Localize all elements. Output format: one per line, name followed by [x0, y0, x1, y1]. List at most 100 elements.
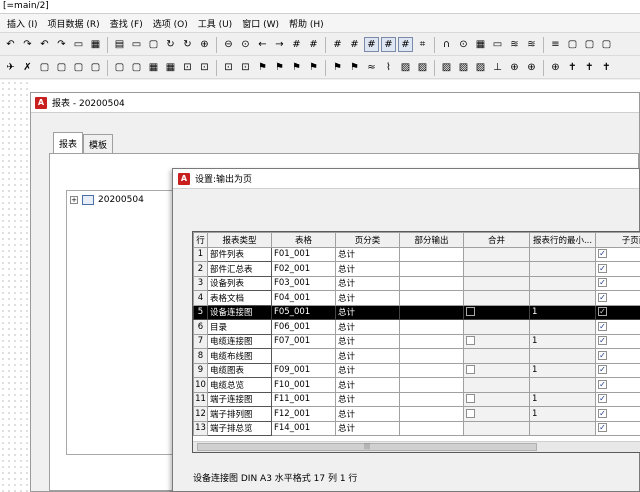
table-row[interactable]: 12 端子排列图 F12_001 总计 1 ✓ — [193, 406, 640, 422]
min-rows-cell[interactable]: 1 — [529, 406, 596, 422]
form-cell[interactable]: F04_001 — [271, 290, 336, 306]
toolbar-main-button-31-icon[interactable]: ≡ — [548, 37, 563, 52]
toolbar-main-button-9-icon[interactable]: ▢ — [146, 37, 161, 52]
subpage-checkbox[interactable]: ✓ — [598, 278, 607, 288]
subpage-cell[interactable]: ✓ — [595, 362, 640, 378]
min-rows-cell[interactable]: 1 — [529, 391, 596, 407]
row-number[interactable]: 4 — [193, 290, 208, 306]
toolbar-symbol-button-27-icon[interactable]: ▨ — [473, 60, 488, 75]
toolbar-symbol-button-24-icon[interactable]: ▨ — [415, 60, 430, 75]
col-header-min-rows[interactable]: 报表行的最小... — [529, 232, 596, 248]
form-cell[interactable]: F11_001 — [271, 391, 336, 407]
tree-node-20200504[interactable]: + 20200504 — [70, 195, 144, 205]
toolbar-main-button-27-icon[interactable]: ▦ — [473, 37, 488, 52]
toolbar-symbol-button-23-icon[interactable]: ▨ — [398, 60, 413, 75]
menu-find[interactable]: 查找 (F) — [105, 17, 148, 30]
toolbar-main-button-19-icon[interactable]: # — [330, 37, 345, 52]
toolbar-symbol-button-11-icon[interactable]: ⊡ — [180, 60, 195, 75]
toolbar-main-button-6-icon[interactable]: ▦ — [88, 37, 103, 52]
min-rows-cell[interactable] — [529, 290, 596, 306]
min-rows-cell[interactable]: 1 — [529, 304, 596, 320]
form-cell[interactable]: F03_001 — [271, 275, 336, 291]
toolbar-main-button-14-icon[interactable]: ⊙ — [238, 37, 253, 52]
merge-checkbox[interactable] — [466, 365, 475, 375]
page-class-cell[interactable]: 总计 — [335, 406, 400, 422]
partial-output-cell[interactable] — [399, 319, 464, 335]
toolbar-main-button-13-icon[interactable]: ⊖ — [221, 37, 236, 52]
form-cell[interactable] — [271, 348, 336, 364]
row-number[interactable]: 6 — [193, 319, 208, 335]
subpage-cell[interactable]: ✓ — [595, 348, 640, 364]
min-rows-cell[interactable] — [529, 420, 596, 436]
table-row[interactable]: 10 电缆总览 F10_001 总计 ✓ — [193, 377, 640, 393]
col-header-row[interactable]: 行 — [193, 232, 208, 248]
row-number[interactable]: 13 — [193, 420, 208, 436]
subpage-cell[interactable]: ✓ — [595, 290, 640, 306]
form-cell[interactable]: F06_001 — [271, 319, 336, 335]
subpage-checkbox[interactable]: ✓ — [598, 394, 607, 404]
form-cell[interactable]: F07_001 — [271, 333, 336, 349]
menu-window[interactable]: 窗口 (W) — [237, 17, 284, 30]
subpage-checkbox[interactable]: ✓ — [598, 365, 607, 375]
table-row[interactable]: 11 端子连接图 F11_001 总计 1 ✓ — [193, 391, 640, 407]
page-class-cell[interactable]: 总计 — [335, 362, 400, 378]
toolbar-main-button-1-icon[interactable]: ↶ — [3, 37, 18, 52]
min-rows-cell[interactable]: 1 — [529, 362, 596, 378]
subpage-checkbox[interactable]: ✓ — [598, 350, 607, 360]
toolbar-symbol-button-16-icon[interactable]: ⚑ — [272, 60, 287, 75]
tab-template[interactable]: 模板 — [83, 134, 114, 153]
toolbar-main-button-20-icon[interactable]: # — [347, 37, 362, 52]
toolbar-main-button-22-icon[interactable]: # — [381, 37, 396, 52]
merge-cell[interactable] — [463, 348, 530, 364]
page-class-cell[interactable]: 总计 — [335, 246, 400, 262]
min-rows-cell[interactable] — [529, 319, 596, 335]
report-type-cell[interactable]: 端子排总览 — [207, 420, 272, 436]
row-number[interactable]: 9 — [193, 362, 208, 378]
merge-cell[interactable] — [463, 362, 530, 378]
toolbar-symbol-button-20-icon[interactable]: ⚑ — [347, 60, 362, 75]
subpage-checkbox[interactable]: ✓ — [598, 379, 607, 389]
row-number[interactable]: 5 — [193, 304, 208, 320]
report-type-cell[interactable]: 部件汇总表 — [207, 261, 272, 277]
toolbar-symbol-button-15-icon[interactable]: ⚑ — [255, 60, 270, 75]
toolbar-main-button-12-icon[interactable]: ⊕ — [197, 37, 212, 52]
menu-insert[interactable]: 插入 (I) — [2, 17, 43, 30]
form-cell[interactable]: F05_001 — [271, 304, 336, 320]
page-class-cell[interactable]: 总计 — [335, 275, 400, 291]
merge-cell[interactable] — [463, 377, 530, 393]
toolbar-symbol-button-25-icon[interactable]: ▨ — [439, 60, 454, 75]
report-type-cell[interactable]: 端子排列图 — [207, 406, 272, 422]
toolbar-symbol-button-7-icon[interactable]: ▢ — [112, 60, 127, 75]
subpage-cell[interactable]: ✓ — [595, 420, 640, 436]
merge-cell[interactable] — [463, 290, 530, 306]
row-number[interactable]: 11 — [193, 391, 208, 407]
menu-project-data[interactable]: 项目数据 (R) — [43, 17, 105, 30]
table-row[interactable]: 5 设备连接图 F05_001 总计 1 ✓ — [193, 304, 640, 320]
toolbar-main-button-4-icon[interactable]: ↷ — [54, 37, 69, 52]
page-class-cell[interactable]: 总计 — [335, 420, 400, 436]
toolbar-main-button-18-icon[interactable]: # — [306, 37, 321, 52]
page-class-cell[interactable]: 总计 — [335, 391, 400, 407]
min-rows-cell[interactable] — [529, 246, 596, 262]
report-type-cell[interactable]: 电缆布线图 — [207, 348, 272, 364]
toolbar-main-button-34-icon[interactable]: ▢ — [599, 37, 614, 52]
toolbar-symbol-button-32-icon[interactable]: ✝ — [565, 60, 580, 75]
subpage-cell[interactable]: ✓ — [595, 275, 640, 291]
merge-cell[interactable] — [463, 333, 530, 349]
subpage-checkbox[interactable]: ✓ — [598, 263, 607, 273]
subpage-cell[interactable]: ✓ — [595, 304, 640, 320]
merge-cell[interactable] — [463, 406, 530, 422]
toolbar-symbol-button-4-icon[interactable]: ▢ — [54, 60, 69, 75]
report-type-cell[interactable]: 电缆总览 — [207, 377, 272, 393]
toolbar-symbol-button-30-icon[interactable]: ⊕ — [524, 60, 539, 75]
merge-checkbox[interactable] — [466, 307, 475, 317]
tab-report[interactable]: 报表 — [53, 132, 84, 153]
table-row[interactable]: 4 表格文档 F04_001 总计 ✓ — [193, 290, 640, 306]
merge-cell[interactable] — [463, 420, 530, 436]
report-type-cell[interactable]: 电缆连接图 — [207, 333, 272, 349]
toolbar-main-button-24-icon[interactable]: ⌗ — [415, 37, 430, 52]
col-header-form[interactable]: 表格 — [271, 232, 336, 248]
partial-output-cell[interactable] — [399, 420, 464, 436]
col-header-report-type[interactable]: 报表类型 — [207, 232, 272, 248]
toolbar-main-button-28-icon[interactable]: ▭ — [490, 37, 505, 52]
